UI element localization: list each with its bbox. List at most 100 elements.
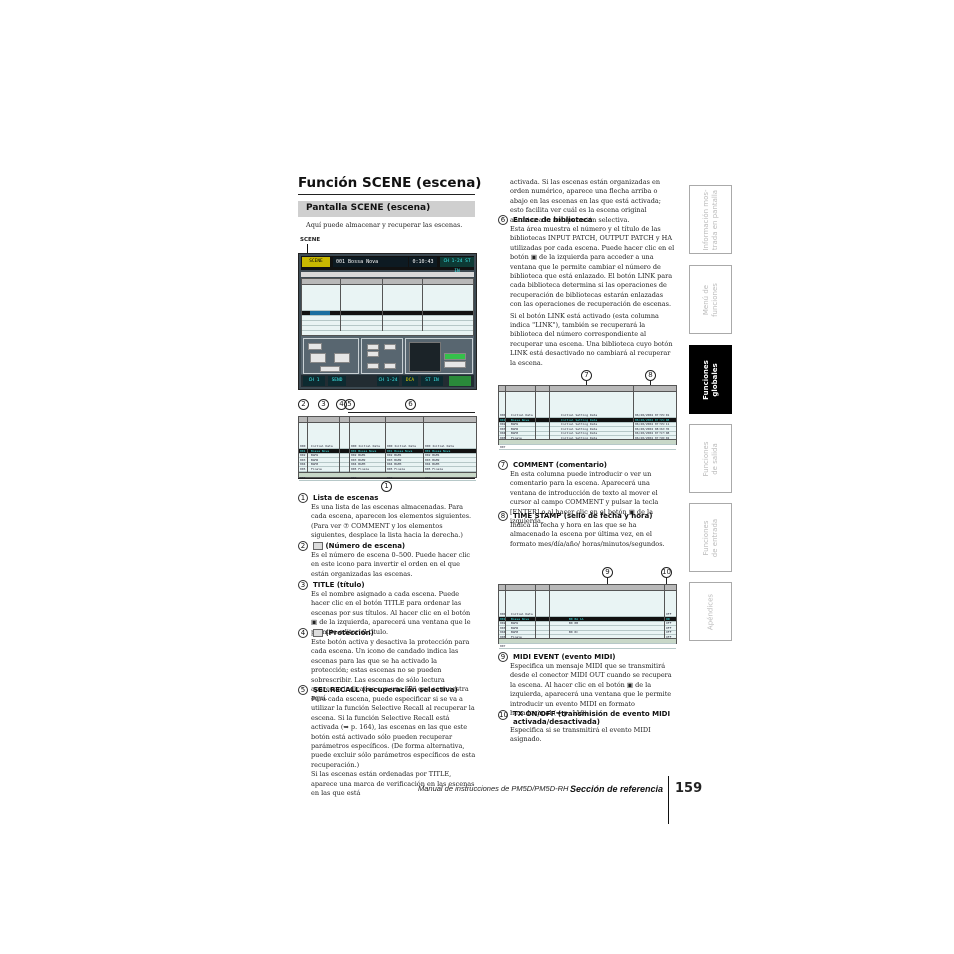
library-link-1: 004 BGM3: [351, 462, 366, 466]
cut-button[interactable]: [367, 363, 379, 369]
horizontal-scrollbar[interactable]: [499, 439, 676, 444]
paste-button[interactable]: [384, 344, 396, 350]
library-link-2: 002 BGM1: [387, 453, 402, 457]
side-tab-entrada[interactable]: Funciones de entrada: [689, 503, 732, 572]
list-header: [499, 585, 676, 591]
screen-tab-strip: [301, 272, 474, 277]
item-body: Esta área muestra el número y el título …: [510, 225, 675, 309]
grid-divider: [422, 279, 423, 331]
library-link-3: 003 BGM2: [425, 457, 440, 462]
item-10: 10 TX ON/OFF (transmisión de evento MIDI …: [498, 710, 676, 745]
function-indicator: SCENE: [302, 257, 330, 267]
side-tab-label: Funciones de entrada: [701, 518, 719, 557]
patch-dca: DCA: [402, 376, 418, 386]
side-tab-salida[interactable]: Funciones de salida: [689, 424, 732, 493]
insert-button[interactable]: [384, 363, 396, 369]
grid-divider: [340, 279, 341, 331]
item-number: 2: [298, 541, 308, 551]
scene-title: BGM2: [311, 457, 319, 462]
undo-button[interactable]: [320, 366, 340, 372]
copy-button[interactable]: [367, 344, 379, 350]
item-number: 9: [498, 652, 508, 662]
midi-event-cell: B0 0C: [569, 630, 579, 634]
scene-number: 004: [300, 462, 306, 466]
status-indicator: [449, 376, 471, 386]
recall-button[interactable]: [334, 353, 350, 363]
recall-safe-list[interactable]: [409, 342, 441, 372]
item-8: 8 TIME STAMP (sello de fecha y hora) Indi…: [498, 511, 676, 549]
scene-title: BGM2: [511, 426, 519, 431]
library-link-2: 004 BGM3: [387, 462, 402, 466]
library-link-1: 003 BGM2: [351, 457, 366, 462]
scene-row[interactable]: 007: [499, 644, 676, 649]
screen-top-bar: SCENE 001 Bossa Nova 0:10:43 CH 1-24 ST …: [301, 256, 474, 274]
side-tab-informacion[interactable]: Información mos- trada en pantalla: [689, 185, 732, 254]
item-number: 5: [298, 685, 308, 695]
library-link-3: 005 Finale: [425, 466, 444, 471]
item-6: 6 Enlace de biblioteca Esta área muestra …: [498, 215, 676, 368]
item-title: MIDI EVENT (evento MIDI): [513, 653, 616, 661]
patch-st: ST IN: [421, 376, 443, 386]
clear-button[interactable]: [367, 351, 379, 357]
side-tab-funciones-globales[interactable]: Funciones globales: [689, 345, 732, 414]
item-title: TIME STAMP (sello de fecha y hora): [513, 512, 653, 520]
item-title: Lista de escenas: [313, 494, 379, 502]
item-number: 6: [498, 215, 508, 225]
scene-title: BGM3: [511, 630, 519, 634]
item-body: Indica la fecha y hora en las que se ha …: [510, 521, 665, 548]
comment-timestamp-figure: 000 Initial Data Initial Setting Data 06/28…: [498, 385, 677, 450]
tx-onoff-cell: OFF: [666, 625, 672, 630]
mix-select: SEND: [328, 376, 346, 386]
item-title: TITLE (título): [313, 581, 365, 589]
side-tab-apendices[interactable]: Apéndices: [689, 582, 732, 641]
item-body: Especifica si se transmitirá el evento M…: [510, 726, 651, 744]
manual-title: Manual de instrucciones de PM5D/PM5D-RH: [418, 784, 569, 793]
focus-recall-button[interactable]: [444, 353, 466, 360]
tx-onoff-cell: ON: [666, 616, 670, 621]
scene-number: 007: [500, 444, 506, 449]
library-link-1: 005 Finale: [351, 466, 370, 471]
library-link-2: 000 Initial Data: [387, 444, 416, 448]
item-body: Para cada escena, puede especificar si s…: [311, 695, 476, 769]
item-number: 7: [498, 460, 508, 470]
scene-number: 001: [300, 448, 306, 453]
side-tab-label: Funciones de salida: [701, 441, 719, 476]
scene-title: Bossa Nova: [348, 259, 379, 265]
intro-text: Aquí puede almacenar y recuperar las esc…: [306, 221, 463, 229]
col-divider: [349, 417, 350, 473]
side-tab-label: Información mos- trada en pantalla: [701, 188, 719, 251]
callout-6: 6: [405, 399, 416, 410]
midi-event-figure: 000 Initial Data OFF 001 Bossa Nova B0 0A 1A O…: [498, 584, 677, 649]
title-rule: [298, 194, 475, 195]
page-title: Función SCENE (escena): [298, 175, 482, 191]
store-button[interactable]: [310, 353, 326, 363]
tx-onoff-cell: OFF: [666, 630, 672, 634]
library-link-3: 001 Bossa Nova: [425, 448, 451, 453]
scene-title: BGM1: [511, 422, 519, 426]
scene-number-icon: [313, 542, 323, 550]
meter-section: CH 1-24 ST IN: [440, 257, 474, 274]
library-link-3: 004 BGM3: [425, 462, 440, 466]
item-number: 4: [298, 628, 308, 638]
horizontal-scrollbar[interactable]: [499, 638, 676, 643]
library-link-3: 000 Initial Data: [425, 444, 454, 448]
edit-panel: [361, 338, 403, 374]
scene-row[interactable]: 007: [499, 445, 676, 450]
callout-6-bracket: [348, 412, 475, 413]
screen-status-bar: CH 1 SEND CH 1-24 DCA ST IN: [301, 375, 474, 387]
midi-event-cell: B0 0B: [569, 621, 579, 625]
safe-param-button[interactable]: [444, 361, 466, 368]
side-tab-label: Funciones globales: [701, 359, 719, 400]
callout-5: 5: [344, 399, 355, 410]
scene-title: BGM3: [311, 462, 319, 466]
horizontal-scrollbar[interactable]: [299, 472, 476, 477]
library-link-2: 005 Finale: [387, 466, 406, 471]
sort-button[interactable]: [308, 343, 322, 350]
item-title: (Número de escena): [325, 542, 406, 550]
scene-title: BGM2: [511, 625, 519, 630]
patch-ch: CH 1-24: [377, 376, 399, 386]
col-divider: [633, 386, 634, 440]
side-tab-menu[interactable]: Menú de funciones: [689, 265, 732, 334]
library-link-1: 001 Bossa Nova: [351, 448, 377, 453]
col-divider: [423, 417, 424, 473]
